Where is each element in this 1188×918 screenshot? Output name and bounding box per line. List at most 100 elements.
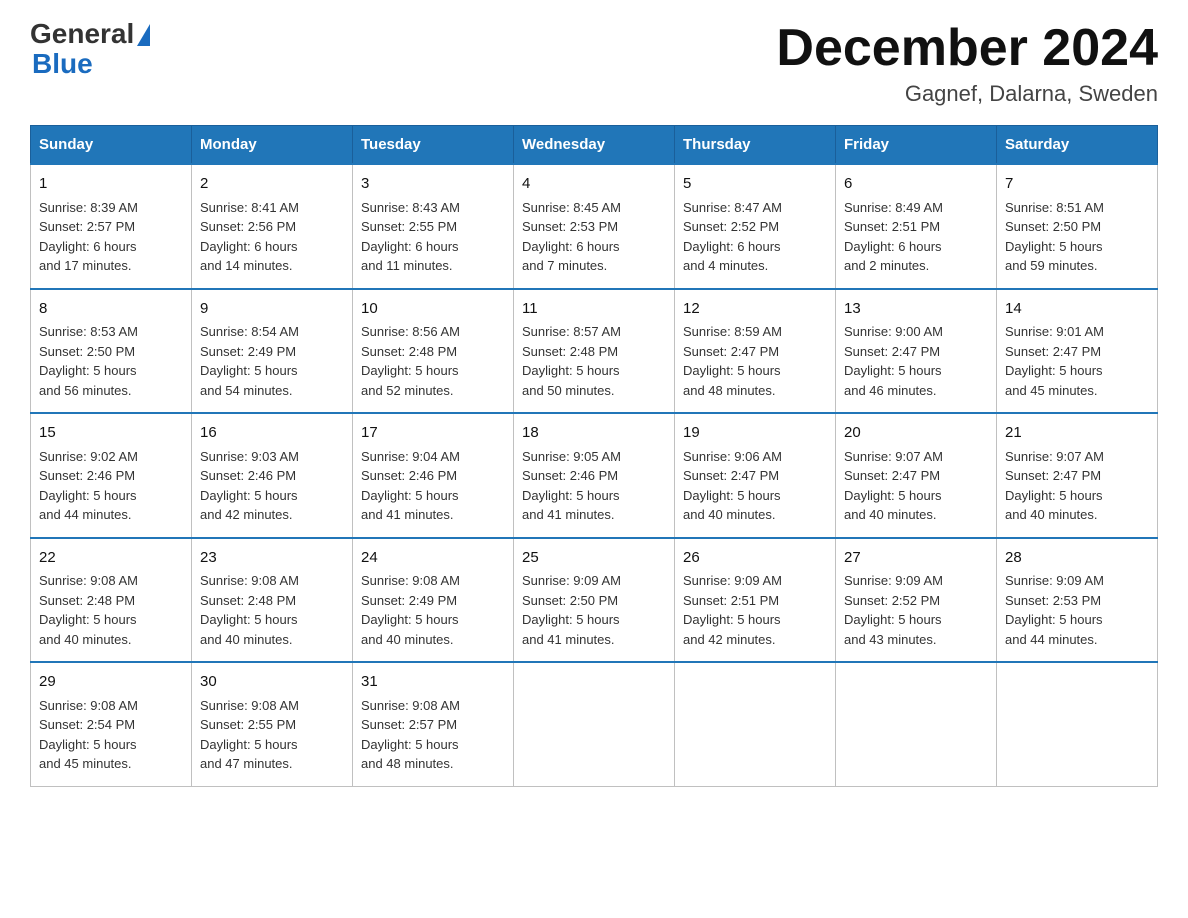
day-number: 30	[200, 671, 344, 694]
calendar-cell: 19Sunrise: 9:06 AM Sunset: 2:47 PM Dayli…	[675, 413, 836, 538]
day-info: Sunrise: 9:00 AM Sunset: 2:47 PM Dayligh…	[844, 322, 988, 400]
calendar-cell: 10Sunrise: 8:56 AM Sunset: 2:48 PM Dayli…	[353, 289, 514, 414]
calendar-cell: 9Sunrise: 8:54 AM Sunset: 2:49 PM Daylig…	[192, 289, 353, 414]
day-number: 2	[200, 173, 344, 196]
day-number: 20	[844, 422, 988, 445]
day-info: Sunrise: 8:49 AM Sunset: 2:51 PM Dayligh…	[844, 198, 988, 276]
day-info: Sunrise: 9:08 AM Sunset: 2:49 PM Dayligh…	[361, 571, 505, 649]
day-info: Sunrise: 8:56 AM Sunset: 2:48 PM Dayligh…	[361, 322, 505, 400]
day-info: Sunrise: 9:09 AM Sunset: 2:50 PM Dayligh…	[522, 571, 666, 649]
calendar-cell: 18Sunrise: 9:05 AM Sunset: 2:46 PM Dayli…	[514, 413, 675, 538]
day-number: 16	[200, 422, 344, 445]
day-number: 10	[361, 298, 505, 321]
day-number: 18	[522, 422, 666, 445]
day-info: Sunrise: 9:08 AM Sunset: 2:55 PM Dayligh…	[200, 696, 344, 774]
day-info: Sunrise: 9:09 AM Sunset: 2:53 PM Dayligh…	[1005, 571, 1149, 649]
calendar-cell: 29Sunrise: 9:08 AM Sunset: 2:54 PM Dayli…	[31, 662, 192, 786]
logo: General Blue	[30, 20, 150, 80]
day-info: Sunrise: 9:08 AM Sunset: 2:57 PM Dayligh…	[361, 696, 505, 774]
day-number: 11	[522, 298, 666, 321]
header-wednesday: Wednesday	[514, 126, 675, 165]
calendar-cell: 15Sunrise: 9:02 AM Sunset: 2:46 PM Dayli…	[31, 413, 192, 538]
calendar-cell: 26Sunrise: 9:09 AM Sunset: 2:51 PM Dayli…	[675, 538, 836, 663]
day-number: 27	[844, 547, 988, 570]
day-info: Sunrise: 9:03 AM Sunset: 2:46 PM Dayligh…	[200, 447, 344, 525]
day-info: Sunrise: 9:04 AM Sunset: 2:46 PM Dayligh…	[361, 447, 505, 525]
day-number: 24	[361, 547, 505, 570]
day-number: 1	[39, 173, 183, 196]
day-number: 13	[844, 298, 988, 321]
calendar-row: 29Sunrise: 9:08 AM Sunset: 2:54 PM Dayli…	[31, 662, 1158, 786]
calendar-cell: 11Sunrise: 8:57 AM Sunset: 2:48 PM Dayli…	[514, 289, 675, 414]
calendar-row: 15Sunrise: 9:02 AM Sunset: 2:46 PM Dayli…	[31, 413, 1158, 538]
day-number: 9	[200, 298, 344, 321]
calendar-body: 1Sunrise: 8:39 AM Sunset: 2:57 PM Daylig…	[31, 164, 1158, 786]
day-info: Sunrise: 8:47 AM Sunset: 2:52 PM Dayligh…	[683, 198, 827, 276]
calendar-cell: 20Sunrise: 9:07 AM Sunset: 2:47 PM Dayli…	[836, 413, 997, 538]
logo-general: General	[30, 20, 134, 48]
calendar-cell: 23Sunrise: 9:08 AM Sunset: 2:48 PM Dayli…	[192, 538, 353, 663]
logo-blue: Blue	[32, 48, 93, 79]
calendar-cell	[514, 662, 675, 786]
day-number: 21	[1005, 422, 1149, 445]
calendar-header: SundayMondayTuesdayWednesdayThursdayFrid…	[31, 126, 1158, 165]
calendar-cell: 17Sunrise: 9:04 AM Sunset: 2:46 PM Dayli…	[353, 413, 514, 538]
day-number: 22	[39, 547, 183, 570]
day-info: Sunrise: 8:45 AM Sunset: 2:53 PM Dayligh…	[522, 198, 666, 276]
calendar-cell: 25Sunrise: 9:09 AM Sunset: 2:50 PM Dayli…	[514, 538, 675, 663]
calendar-cell: 27Sunrise: 9:09 AM Sunset: 2:52 PM Dayli…	[836, 538, 997, 663]
header-saturday: Saturday	[997, 126, 1158, 165]
day-number: 7	[1005, 173, 1149, 196]
day-info: Sunrise: 8:53 AM Sunset: 2:50 PM Dayligh…	[39, 322, 183, 400]
calendar-cell: 22Sunrise: 9:08 AM Sunset: 2:48 PM Dayli…	[31, 538, 192, 663]
calendar-cell: 21Sunrise: 9:07 AM Sunset: 2:47 PM Dayli…	[997, 413, 1158, 538]
header-tuesday: Tuesday	[353, 126, 514, 165]
day-info: Sunrise: 9:08 AM Sunset: 2:48 PM Dayligh…	[200, 571, 344, 649]
calendar-cell: 12Sunrise: 8:59 AM Sunset: 2:47 PM Dayli…	[675, 289, 836, 414]
day-number: 31	[361, 671, 505, 694]
month-year-title: December 2024	[776, 20, 1158, 77]
calendar-cell: 5Sunrise: 8:47 AM Sunset: 2:52 PM Daylig…	[675, 164, 836, 289]
calendar-cell: 3Sunrise: 8:43 AM Sunset: 2:55 PM Daylig…	[353, 164, 514, 289]
day-info: Sunrise: 8:39 AM Sunset: 2:57 PM Dayligh…	[39, 198, 183, 276]
day-info: Sunrise: 9:09 AM Sunset: 2:51 PM Dayligh…	[683, 571, 827, 649]
calendar-cell	[675, 662, 836, 786]
location-title: Gagnef, Dalarna, Sweden	[776, 81, 1158, 107]
header-row: SundayMondayTuesdayWednesdayThursdayFrid…	[31, 126, 1158, 165]
day-number: 15	[39, 422, 183, 445]
calendar-cell: 30Sunrise: 9:08 AM Sunset: 2:55 PM Dayli…	[192, 662, 353, 786]
day-info: Sunrise: 8:59 AM Sunset: 2:47 PM Dayligh…	[683, 322, 827, 400]
day-number: 23	[200, 547, 344, 570]
day-info: Sunrise: 8:57 AM Sunset: 2:48 PM Dayligh…	[522, 322, 666, 400]
day-number: 25	[522, 547, 666, 570]
calendar-table: SundayMondayTuesdayWednesdayThursdayFrid…	[30, 125, 1158, 787]
day-info: Sunrise: 9:08 AM Sunset: 2:48 PM Dayligh…	[39, 571, 183, 649]
title-area: December 2024 Gagnef, Dalarna, Sweden	[776, 20, 1158, 107]
logo-triangle-icon	[137, 24, 150, 46]
calendar-cell: 6Sunrise: 8:49 AM Sunset: 2:51 PM Daylig…	[836, 164, 997, 289]
calendar-cell: 24Sunrise: 9:08 AM Sunset: 2:49 PM Dayli…	[353, 538, 514, 663]
calendar-cell	[997, 662, 1158, 786]
day-number: 12	[683, 298, 827, 321]
calendar-cell: 1Sunrise: 8:39 AM Sunset: 2:57 PM Daylig…	[31, 164, 192, 289]
day-info: Sunrise: 9:05 AM Sunset: 2:46 PM Dayligh…	[522, 447, 666, 525]
day-number: 19	[683, 422, 827, 445]
day-number: 4	[522, 173, 666, 196]
day-number: 6	[844, 173, 988, 196]
day-number: 3	[361, 173, 505, 196]
day-info: Sunrise: 9:08 AM Sunset: 2:54 PM Dayligh…	[39, 696, 183, 774]
day-info: Sunrise: 9:01 AM Sunset: 2:47 PM Dayligh…	[1005, 322, 1149, 400]
day-number: 17	[361, 422, 505, 445]
day-number: 8	[39, 298, 183, 321]
day-number: 28	[1005, 547, 1149, 570]
calendar-cell: 28Sunrise: 9:09 AM Sunset: 2:53 PM Dayli…	[997, 538, 1158, 663]
day-info: Sunrise: 9:02 AM Sunset: 2:46 PM Dayligh…	[39, 447, 183, 525]
day-info: Sunrise: 8:43 AM Sunset: 2:55 PM Dayligh…	[361, 198, 505, 276]
calendar-cell: 8Sunrise: 8:53 AM Sunset: 2:50 PM Daylig…	[31, 289, 192, 414]
calendar-cell: 7Sunrise: 8:51 AM Sunset: 2:50 PM Daylig…	[997, 164, 1158, 289]
calendar-cell	[836, 662, 997, 786]
day-info: Sunrise: 9:06 AM Sunset: 2:47 PM Dayligh…	[683, 447, 827, 525]
calendar-cell: 31Sunrise: 9:08 AM Sunset: 2:57 PM Dayli…	[353, 662, 514, 786]
calendar-row: 22Sunrise: 9:08 AM Sunset: 2:48 PM Dayli…	[31, 538, 1158, 663]
calendar-row: 8Sunrise: 8:53 AM Sunset: 2:50 PM Daylig…	[31, 289, 1158, 414]
